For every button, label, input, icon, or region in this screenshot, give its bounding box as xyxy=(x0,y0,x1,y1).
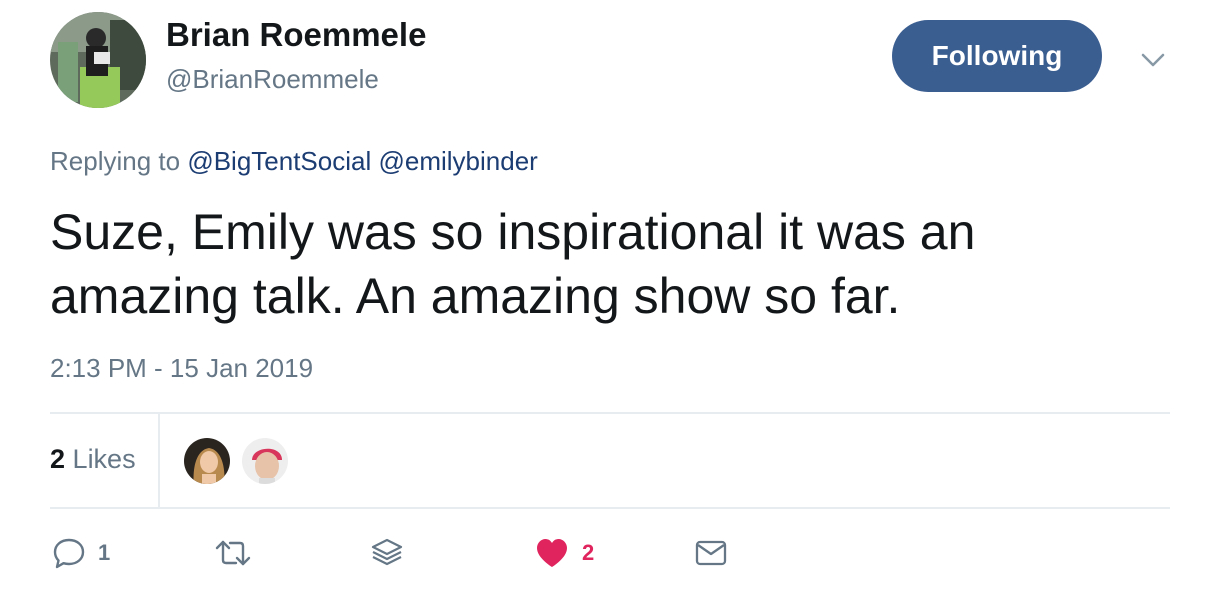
tweet-card: Brian Roemmele @BrianRoemmele Following … xyxy=(0,0,1206,616)
heart-icon xyxy=(534,536,570,570)
likes-count: 2 xyxy=(50,444,66,474)
likes-label: Likes xyxy=(72,444,136,474)
mail-icon xyxy=(694,536,728,570)
following-button[interactable]: Following xyxy=(892,20,1102,92)
reply-button[interactable]: 1 xyxy=(52,532,110,574)
reply-prefix: Replying to xyxy=(50,146,181,176)
likes-stat[interactable]: 2 Likes xyxy=(50,444,136,475)
liker-avatar[interactable] xyxy=(182,436,232,486)
mention-link[interactable]: @emilybinder xyxy=(378,146,537,176)
reply-context: Replying to @BigTentSocial @emilybinder xyxy=(50,146,538,177)
author-name[interactable]: Brian Roemmele xyxy=(166,16,426,54)
liker-avatar[interactable] xyxy=(240,436,290,486)
author-handle[interactable]: @BrianRoemmele xyxy=(166,64,379,95)
reply-icon xyxy=(52,536,86,570)
reply-count: 1 xyxy=(98,540,111,565)
direct-message-button[interactable] xyxy=(694,532,728,574)
retweet-icon xyxy=(214,536,252,570)
layers-icon xyxy=(370,536,404,570)
retweet-button[interactable] xyxy=(214,532,252,574)
tweet-timestamp[interactable]: 2:13 PM - 15 Jan 2019 xyxy=(50,353,313,384)
mention-link[interactable]: @BigTentSocial xyxy=(187,146,371,176)
divider xyxy=(158,414,160,508)
tweet-text: Suze, Emily was so inspirational it was … xyxy=(50,204,976,324)
author-avatar[interactable] xyxy=(50,12,146,108)
like-count: 2 xyxy=(582,540,595,565)
chevron-down-icon[interactable] xyxy=(1138,48,1168,72)
like-button[interactable]: 2 xyxy=(534,532,594,574)
layers-button[interactable] xyxy=(370,532,404,574)
divider xyxy=(50,412,1170,414)
divider xyxy=(50,507,1170,509)
